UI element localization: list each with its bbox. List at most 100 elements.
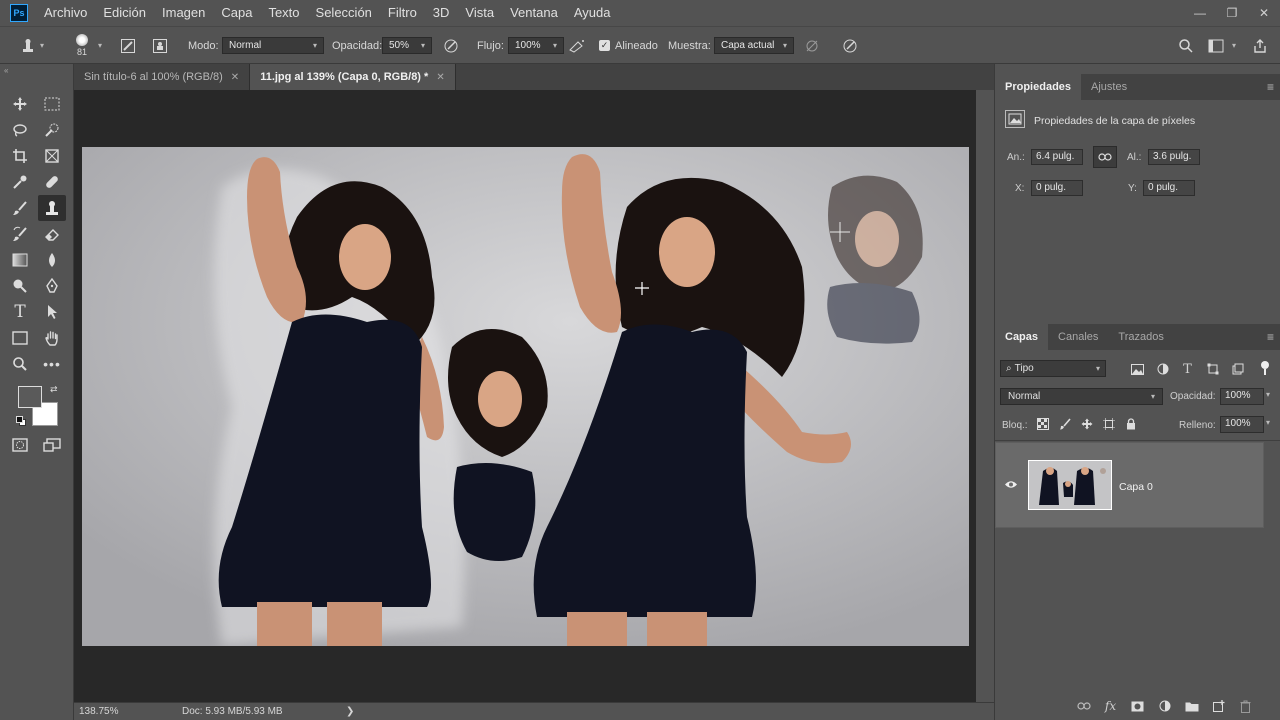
pressure-opacity-icon[interactable] bbox=[441, 36, 461, 56]
quick-mask-icon[interactable] bbox=[8, 434, 32, 456]
lock-transparent-icon[interactable] bbox=[1035, 416, 1051, 432]
layer-opacity-input[interactable]: 100% bbox=[1220, 388, 1264, 405]
marquee-tool-icon[interactable] bbox=[40, 93, 64, 115]
filter-adjustment-icon[interactable] bbox=[1154, 361, 1171, 377]
add-mask-icon[interactable] bbox=[1129, 698, 1146, 714]
menu-vista[interactable]: Vista bbox=[457, 0, 502, 26]
clone-source-panel-icon[interactable] bbox=[150, 36, 170, 56]
menu-texto[interactable]: Texto bbox=[260, 0, 307, 26]
layer-style-icon[interactable]: fx bbox=[1102, 698, 1119, 714]
status-menu-icon[interactable]: ❯ bbox=[346, 706, 354, 717]
airbrush-icon[interactable] bbox=[567, 36, 587, 56]
chevron-down-icon[interactable]: ▾ bbox=[98, 41, 102, 50]
tab-paths[interactable]: Trazados bbox=[1108, 324, 1173, 350]
quick-selection-tool-icon[interactable] bbox=[40, 119, 64, 141]
frame-tool-icon[interactable] bbox=[40, 145, 64, 167]
filter-toggle-icon[interactable] bbox=[1261, 361, 1269, 375]
menu-3d[interactable]: 3D bbox=[425, 0, 458, 26]
menu-archivo[interactable]: Archivo bbox=[36, 0, 95, 26]
tab-channels[interactable]: Canales bbox=[1048, 324, 1108, 350]
zoom-level[interactable]: 138.75% bbox=[79, 706, 118, 717]
new-layer-icon[interactable] bbox=[1210, 698, 1227, 714]
eyedropper-tool-icon[interactable] bbox=[8, 171, 32, 193]
link-dimensions-icon[interactable] bbox=[1093, 146, 1117, 168]
opacity-input[interactable]: 50% ▾ bbox=[382, 37, 432, 54]
restore-icon[interactable]: ❐ bbox=[1216, 0, 1248, 26]
minimize-icon[interactable]: — bbox=[1184, 0, 1216, 26]
search-icon[interactable] bbox=[1176, 36, 1196, 56]
chevron-down-icon[interactable]: ▾ bbox=[1232, 41, 1236, 50]
clone-stamp-tool-icon[interactable] bbox=[38, 195, 66, 221]
menu-edicion[interactable]: Edición bbox=[95, 0, 154, 26]
tab-sin-titulo-6[interactable]: Sin título-6 al 100% (RGB/8) ✕ bbox=[74, 64, 251, 90]
lasso-tool-icon[interactable] bbox=[8, 119, 32, 141]
menu-ventana[interactable]: Ventana bbox=[502, 0, 566, 26]
menu-seleccion[interactable]: Selección bbox=[308, 0, 380, 26]
fill-input[interactable]: 100% bbox=[1220, 416, 1264, 433]
crop-tool-icon[interactable] bbox=[8, 145, 32, 167]
share-icon[interactable] bbox=[1250, 36, 1270, 56]
delete-layer-icon[interactable] bbox=[1237, 698, 1254, 714]
tab-layers[interactable]: Capas bbox=[995, 324, 1049, 350]
aligned-checkbox[interactable]: ✓ bbox=[599, 40, 610, 51]
layer-filter-select[interactable]: ⌕ Tipo ▾ bbox=[1000, 360, 1106, 377]
screen-mode-icon[interactable] bbox=[40, 434, 64, 456]
lock-pixels-icon[interactable] bbox=[1057, 416, 1073, 432]
layer-row[interactable]: Capa 0 bbox=[995, 442, 1264, 528]
filter-pixel-icon[interactable] bbox=[1129, 361, 1146, 377]
ignore-adjustment-layers-icon[interactable] bbox=[802, 36, 822, 56]
x-input[interactable]: 0 pulg. bbox=[1031, 180, 1083, 196]
swap-colors-icon[interactable]: ⇄ bbox=[50, 384, 58, 395]
brush-tool-icon[interactable] bbox=[8, 197, 32, 219]
workspace-icon[interactable] bbox=[1206, 36, 1226, 56]
lock-position-icon[interactable] bbox=[1079, 416, 1095, 432]
eraser-tool-icon[interactable] bbox=[40, 223, 64, 245]
panel-collapse-icon[interactable]: « bbox=[4, 66, 8, 75]
close-tab-icon[interactable]: ✕ bbox=[436, 72, 444, 83]
panel-menu-icon[interactable]: ≡ bbox=[1267, 330, 1274, 344]
lock-artboard-icon[interactable] bbox=[1101, 416, 1117, 432]
chevron-down-icon[interactable]: ▾ bbox=[1266, 418, 1270, 427]
panel-menu-icon[interactable]: ≡ bbox=[1267, 80, 1274, 94]
move-tool-icon[interactable] bbox=[8, 93, 32, 115]
filter-shape-icon[interactable] bbox=[1204, 361, 1221, 377]
eye-icon[interactable] bbox=[1004, 480, 1018, 492]
blend-mode-select[interactable]: Normal ▾ bbox=[1000, 388, 1163, 405]
menu-imagen[interactable]: Imagen bbox=[154, 0, 213, 26]
zoom-tool-icon[interactable] bbox=[8, 353, 32, 375]
lock-all-icon[interactable] bbox=[1123, 416, 1139, 432]
pressure-size-icon[interactable] bbox=[840, 36, 860, 56]
close-tab-icon[interactable]: ✕ bbox=[231, 72, 239, 83]
sample-select[interactable]: Capa actual ▾ bbox=[714, 37, 794, 54]
brush-panel-icon[interactable] bbox=[118, 36, 138, 56]
brush-preview-icon[interactable] bbox=[76, 34, 88, 46]
pen-tool-icon[interactable] bbox=[40, 275, 64, 297]
filter-type-icon[interactable]: T bbox=[1179, 361, 1196, 377]
layer-name[interactable]: Capa 0 bbox=[1119, 481, 1153, 493]
height-input[interactable]: 3.6 pulg. bbox=[1148, 149, 1200, 165]
tab-properties[interactable]: Propiedades bbox=[995, 74, 1082, 100]
document-image[interactable] bbox=[82, 147, 969, 646]
healing-brush-tool-icon[interactable] bbox=[40, 171, 64, 193]
rectangle-tool-icon[interactable] bbox=[8, 327, 32, 349]
dodge-tool-icon[interactable] bbox=[8, 275, 32, 297]
type-tool-icon[interactable]: T bbox=[8, 301, 32, 323]
menu-filtro[interactable]: Filtro bbox=[380, 0, 425, 26]
link-layers-icon[interactable] bbox=[1075, 698, 1092, 714]
canvas-area[interactable] bbox=[74, 90, 976, 702]
flow-input[interactable]: 100% ▾ bbox=[508, 37, 564, 54]
new-adjustment-layer-icon[interactable] bbox=[1156, 698, 1173, 714]
gradient-tool-icon[interactable] bbox=[8, 249, 32, 271]
path-selection-tool-icon[interactable] bbox=[40, 301, 64, 323]
foreground-color-swatch[interactable] bbox=[18, 386, 42, 408]
close-icon[interactable]: ✕ bbox=[1248, 0, 1280, 26]
tab-11-jpg[interactable]: 11.jpg al 139% (Capa 0, RGB/8) * ✕ bbox=[250, 64, 456, 90]
blur-tool-icon[interactable] bbox=[40, 249, 64, 271]
menu-ayuda[interactable]: Ayuda bbox=[566, 0, 619, 26]
vertical-scrollbar[interactable] bbox=[976, 90, 994, 702]
new-group-icon[interactable] bbox=[1183, 698, 1200, 714]
mode-select[interactable]: Normal ▾ bbox=[222, 37, 324, 54]
more-tools-icon[interactable]: ••• bbox=[40, 353, 64, 375]
width-input[interactable]: 6.4 pulg. bbox=[1031, 149, 1083, 165]
history-brush-tool-icon[interactable] bbox=[8, 223, 32, 245]
